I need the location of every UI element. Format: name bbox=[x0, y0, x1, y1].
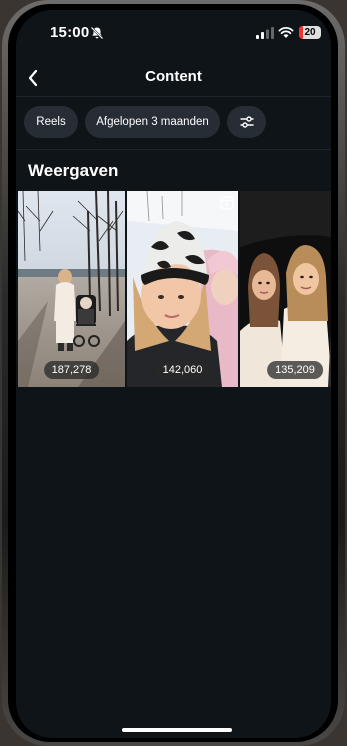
signal-icon bbox=[256, 27, 274, 39]
battery-level: 20 bbox=[304, 27, 316, 38]
thumbnail-image bbox=[127, 191, 238, 387]
views-count: 142,060 bbox=[154, 361, 211, 379]
filter-period-chip[interactable]: Afgelopen 3 maanden bbox=[85, 106, 220, 138]
filter-settings-button[interactable] bbox=[227, 106, 266, 138]
reel-thumbnail[interactable]: 135,209 bbox=[240, 191, 331, 387]
battery-indicator: 20 bbox=[299, 26, 321, 39]
views-count: 135,209 bbox=[267, 361, 323, 379]
reel-icon bbox=[220, 196, 234, 210]
filter-reels-chip[interactable]: Reels bbox=[24, 106, 78, 138]
home-indicator[interactable] bbox=[122, 728, 232, 732]
status-time: 15:00 bbox=[50, 24, 90, 41]
page-title: Content bbox=[145, 68, 202, 85]
bell-off-icon bbox=[90, 26, 104, 40]
section-divider bbox=[16, 149, 331, 150]
thumbnail-image bbox=[240, 191, 331, 387]
thumbnail-image bbox=[18, 191, 125, 387]
wifi-icon bbox=[278, 26, 294, 38]
reel-thumbnail[interactable]: 187,278 bbox=[18, 191, 125, 387]
header: Content bbox=[16, 60, 331, 97]
battery-fill bbox=[299, 26, 303, 39]
status-bar: 15:00 20 bbox=[16, 10, 331, 54]
screen: 15:00 20 Content Reels Afgelopen 3 maand… bbox=[16, 10, 331, 738]
content-grid: 187,278 142,060 135,209 bbox=[18, 191, 331, 387]
views-count: 187,278 bbox=[43, 361, 100, 379]
sliders-icon bbox=[239, 116, 254, 128]
section-title: Weergaven bbox=[28, 161, 119, 180]
reel-thumbnail[interactable]: 142,060 bbox=[127, 191, 238, 387]
